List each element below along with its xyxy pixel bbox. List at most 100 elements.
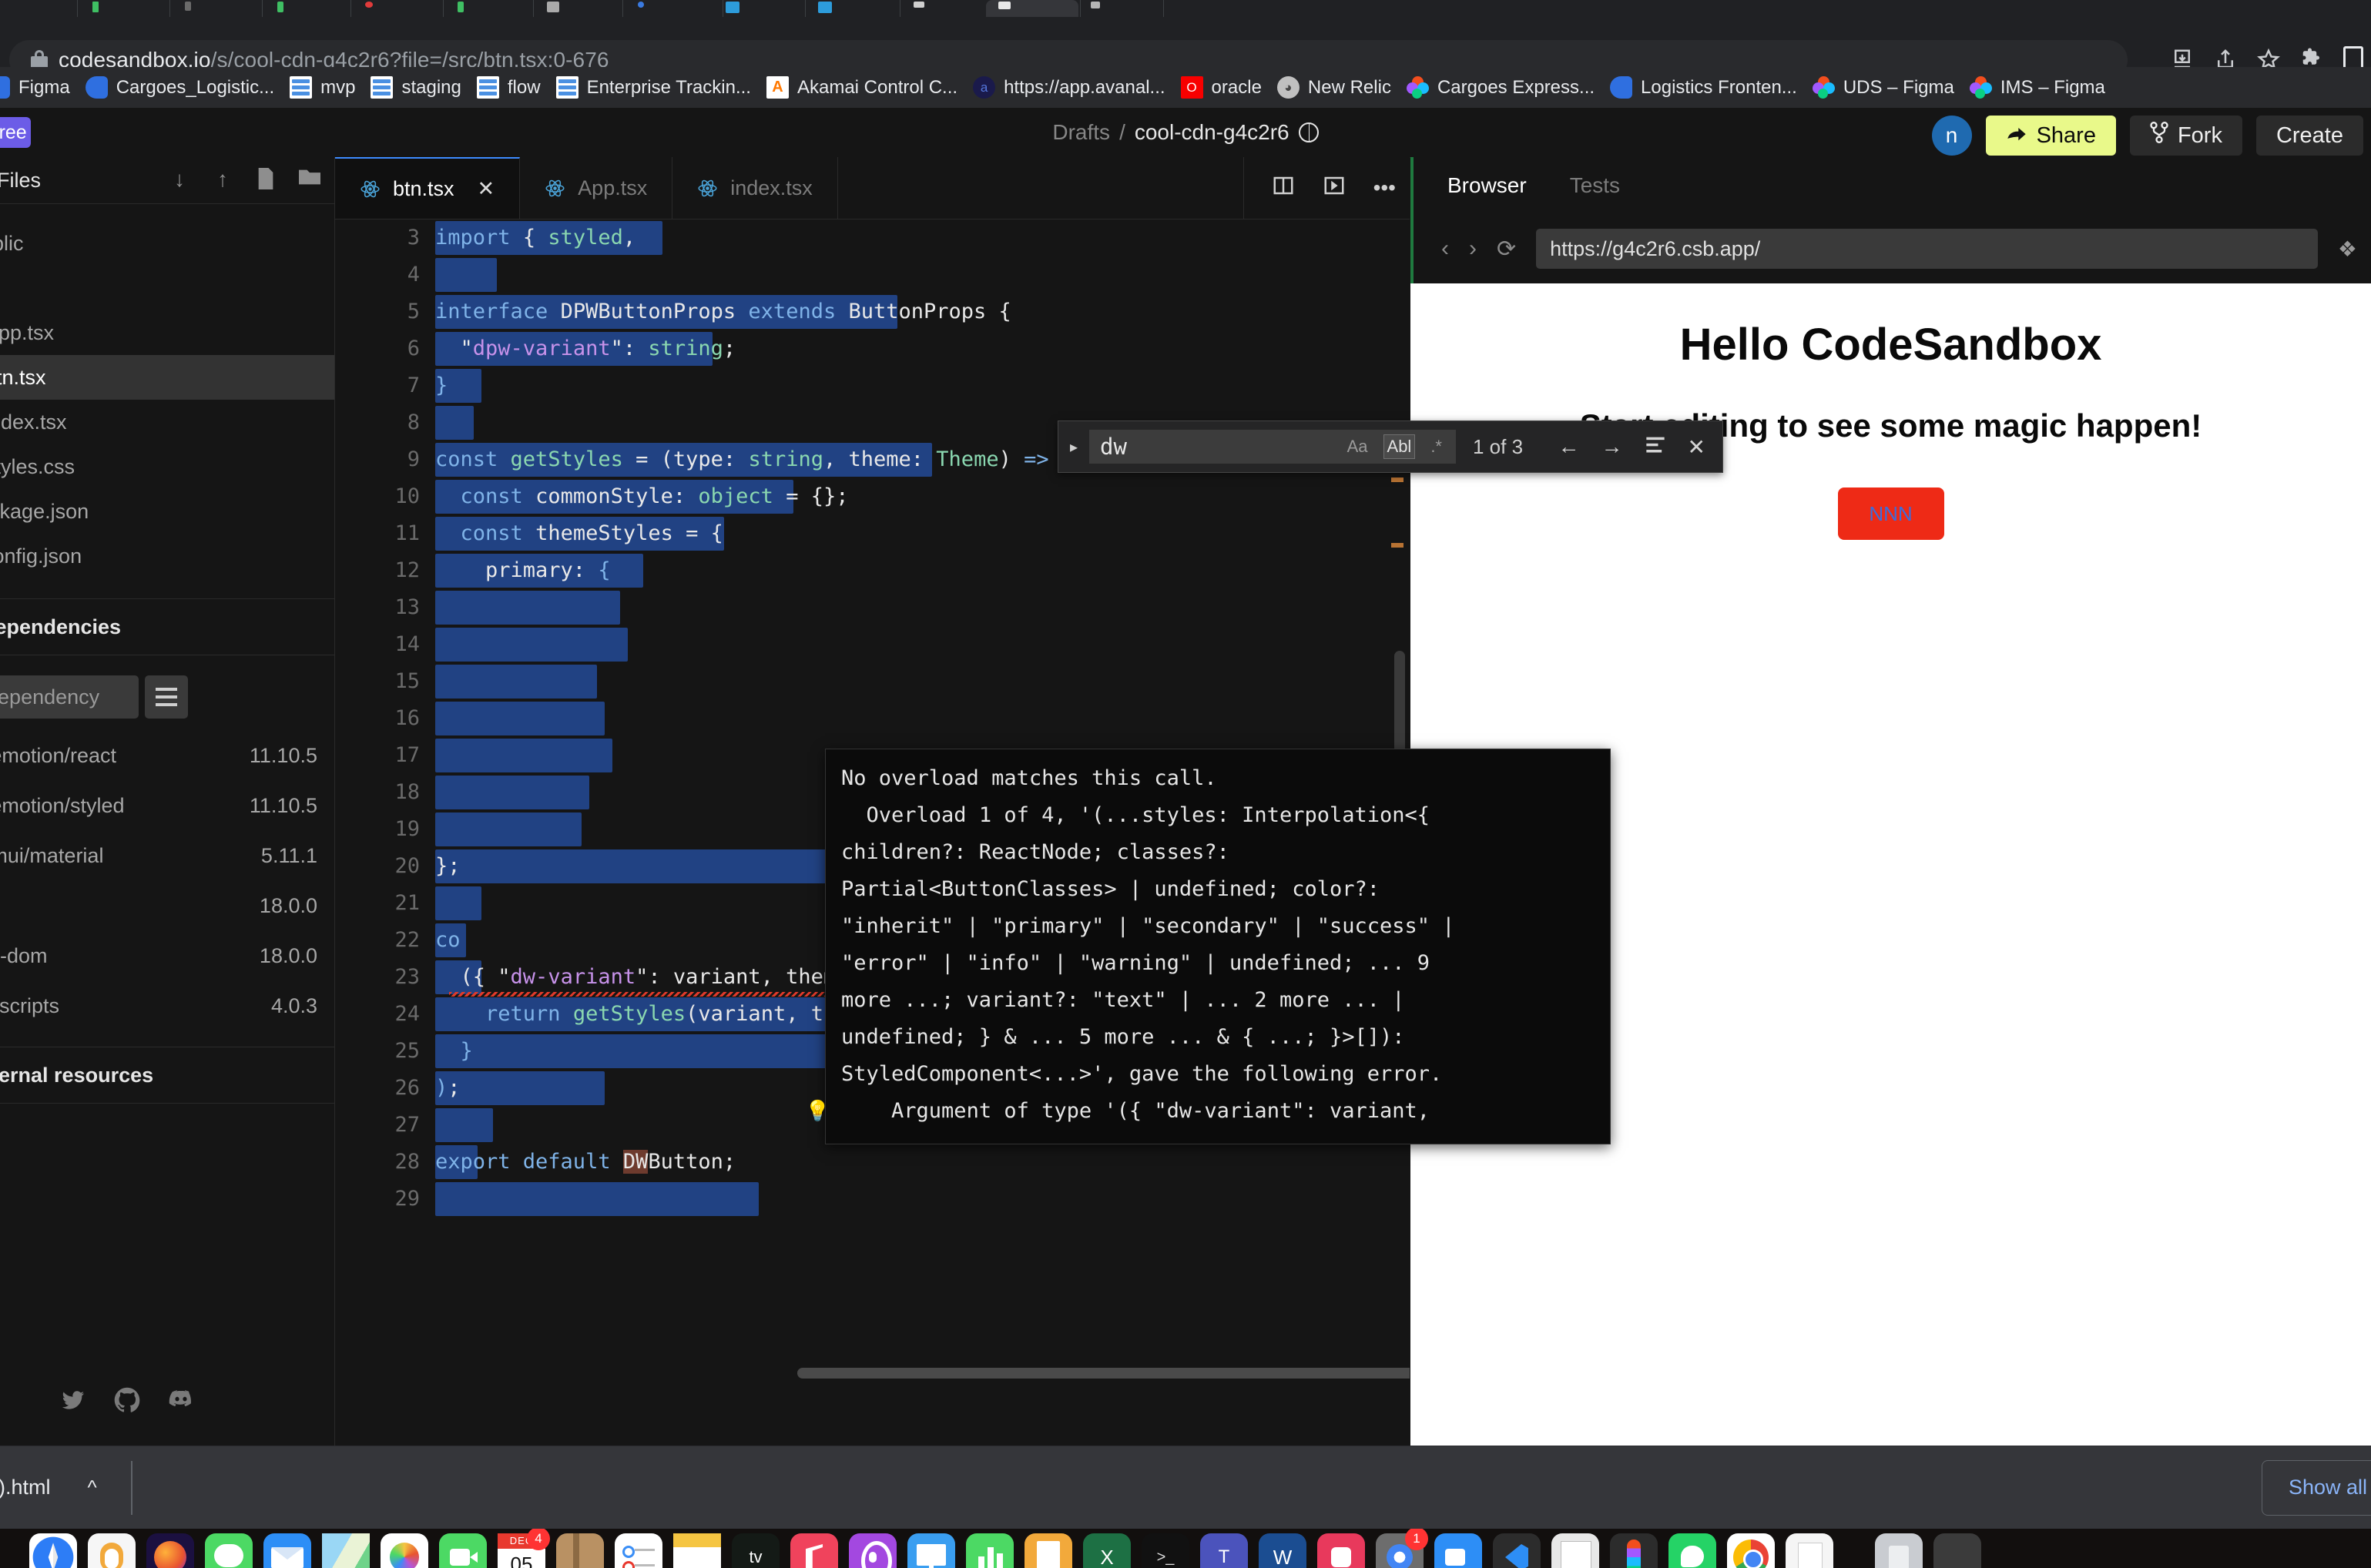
bookmark-item[interactable]: Figma — [0, 72, 78, 103]
dock-app-textedit[interactable] — [1786, 1533, 1833, 1568]
editor-tab-app-tsx[interactable]: App.tsx — [520, 157, 673, 219]
browser-tab-strip[interactable] — [0, 0, 2371, 17]
tab-tests[interactable]: Tests — [1570, 173, 1620, 198]
file-item-index-tsx[interactable]: index.tsx — [0, 400, 334, 444]
file-item-package-json[interactable]: package.json — [0, 489, 334, 534]
dock-app-firefox[interactable] — [146, 1533, 194, 1568]
dock-app-calendar[interactable]: DEC 05 4 — [498, 1529, 550, 1568]
tab-browser[interactable]: Browser — [1447, 173, 1527, 198]
dock-app-maps[interactable] — [322, 1533, 370, 1568]
dock-app-word[interactable]: W — [1259, 1533, 1306, 1568]
avatar[interactable]: n — [1931, 116, 1972, 156]
quick-fix-lightbulb-icon[interactable]: 💡 — [805, 1099, 830, 1122]
dock-app-numbers[interactable] — [966, 1533, 1014, 1568]
bookmarks-bar[interactable]: Figma Cargoes_Logistic... mvp staging fl… — [0, 67, 2371, 108]
dock-app-slack[interactable] — [1317, 1533, 1365, 1568]
dock-app-notes[interactable] — [673, 1533, 721, 1568]
dependency-row[interactable]: @emotion/react11.10.5 — [0, 731, 334, 781]
find-in-selection-icon[interactable] — [1645, 434, 1666, 459]
file-item-app-tsx[interactable]: App.tsx — [0, 310, 334, 355]
whole-word-icon[interactable]: Abl — [1383, 434, 1416, 459]
next-match-icon[interactable]: → — [1601, 434, 1623, 459]
dock-app-contacts[interactable] — [556, 1533, 604, 1568]
file-item-tsconfig-json[interactable]: tsconfig.json — [0, 534, 334, 578]
match-case-icon[interactable]: Aa — [1344, 435, 1371, 458]
dock-app-figma[interactable] — [1610, 1533, 1658, 1568]
close-icon[interactable]: ✕ — [478, 177, 495, 201]
bookmark-item[interactable]: UDS – Figma — [1805, 72, 1962, 103]
dock-app-podcasts[interactable] — [849, 1533, 897, 1568]
create-button[interactable]: Create — [2255, 116, 2363, 156]
dock-app-pages[interactable] — [1025, 1533, 1072, 1568]
file-item-styles-css[interactable]: styles.css — [0, 444, 334, 489]
editor-tab-btn-tsx[interactable]: btn.tsx ✕ — [335, 157, 521, 219]
bookmark-item[interactable]: mvp — [282, 72, 363, 103]
dock-app-vscode[interactable] — [1493, 1533, 1541, 1568]
download-icon[interactable]: ↓ — [169, 168, 189, 191]
dependency-row[interactable]: react-scripts4.0.3 — [0, 981, 334, 1031]
find-input[interactable]: dw Aa Abl .* — [1089, 430, 1456, 464]
upload-icon[interactable]: ↑ — [213, 168, 233, 191]
share-button[interactable]: Share — [1985, 116, 2116, 156]
dock-app-teams[interactable]: T — [1200, 1533, 1248, 1568]
forward-icon[interactable]: › — [1469, 236, 1477, 262]
find-widget[interactable]: ▸ dw Aa Abl .* 1 of 3 ← → ✕ — [1058, 420, 1723, 473]
bookmark-item[interactable]: Cargoes Express... — [1399, 72, 1602, 103]
dependency-row[interactable]: react-dom18.0.0 — [0, 931, 334, 981]
dependency-row[interactable]: @mui/material5.11.1 — [0, 831, 334, 881]
bookmark-item[interactable]: a https://app.avanal... — [965, 72, 1172, 103]
dock-app-finder[interactable] — [29, 1533, 77, 1568]
bookmark-item[interactable]: IMS – Figma — [1962, 72, 2113, 103]
previous-match-icon[interactable]: ← — [1558, 434, 1580, 459]
dock-app-keynote[interactable] — [907, 1533, 955, 1568]
dock-app-chrome-alt[interactable]: 1 — [1376, 1529, 1428, 1568]
use-regex-icon[interactable]: .* — [1427, 435, 1445, 458]
bookmark-item[interactable]: ◕ New Relic — [1269, 72, 1399, 103]
dependency-menu-button[interactable] — [145, 675, 188, 719]
dock-app-launchpad[interactable] — [88, 1533, 136, 1568]
split-editor-icon[interactable] — [1272, 174, 1295, 203]
responsive-preview-icon[interactable]: ❖ — [2338, 236, 2357, 262]
breadcrumb-workspace[interactable]: Drafts — [1052, 120, 1110, 145]
reload-icon[interactable]: ⟳ — [1497, 236, 1516, 263]
dock-app-music[interactable] — [790, 1533, 838, 1568]
dock-app-excel[interactable]: X — [1083, 1533, 1131, 1568]
file-item-public[interactable]: public — [0, 221, 334, 266]
bookmark-item[interactable]: Enterprise Trackin... — [548, 72, 759, 103]
dock-app-whatsapp[interactable] — [1668, 1533, 1716, 1568]
dock-app-reminders[interactable] — [615, 1533, 662, 1568]
dock-app-chrome[interactable] — [1727, 1533, 1775, 1568]
dependency-row[interactable]: @emotion/styled11.10.5 — [0, 781, 334, 831]
dock-app-tv[interactable]: tv — [732, 1533, 780, 1568]
new-folder-icon[interactable] — [299, 168, 320, 191]
toggle-replace-icon[interactable]: ▸ — [1058, 437, 1089, 457]
more-options-icon[interactable]: ••• — [1373, 176, 1396, 200]
dependency-row[interactable]: react18.0.0 — [0, 881, 334, 931]
back-icon[interactable]: ‹ — [1441, 236, 1449, 262]
dock-app-mail[interactable] — [263, 1533, 311, 1568]
preview-url-input[interactable]: https://g4c2r6.csb.app/ — [1536, 229, 2318, 269]
editor-horizontal-scrollbar[interactable] — [797, 1368, 1410, 1379]
close-icon[interactable]: ✕ — [1688, 434, 1705, 460]
dock-app-terminal[interactable]: >_ — [1142, 1533, 1189, 1568]
file-item-src[interactable]: src — [0, 266, 334, 310]
dock-app-messages[interactable] — [205, 1533, 253, 1568]
file-item-btn-tsx[interactable]: btn.tsx — [0, 355, 334, 400]
preview-icon[interactable] — [1323, 174, 1346, 203]
chevron-up-icon[interactable]: ^ — [88, 1476, 97, 1499]
dock-app-photos[interactable] — [381, 1533, 428, 1568]
bookmark-item[interactable]: Ooracle — [1173, 72, 1269, 103]
bookmark-item[interactable]: flow — [469, 72, 548, 103]
breadcrumb-sandbox-name[interactable]: cool-cdn-g4c2r6 — [1135, 120, 1289, 145]
bookmark-item[interactable]: Logistics Fronten... — [1602, 72, 1805, 103]
dock-app-extra[interactable] — [1933, 1533, 1981, 1568]
show-all-downloads-button[interactable]: Show all — [2261, 1459, 2371, 1516]
add-dependency-input[interactable]: Add Dependency — [0, 675, 139, 719]
discord-icon[interactable] — [168, 1387, 194, 1413]
dock-app-trash[interactable] — [1875, 1533, 1923, 1568]
bookmark-item[interactable]: Akamai Control C... — [759, 72, 965, 103]
download-item[interactable]: (1).html ^ — [0, 1446, 97, 1529]
preview-demo-button[interactable]: NNN — [1837, 487, 1944, 540]
twitter-icon[interactable] — [60, 1387, 86, 1413]
github-icon[interactable] — [114, 1387, 140, 1413]
